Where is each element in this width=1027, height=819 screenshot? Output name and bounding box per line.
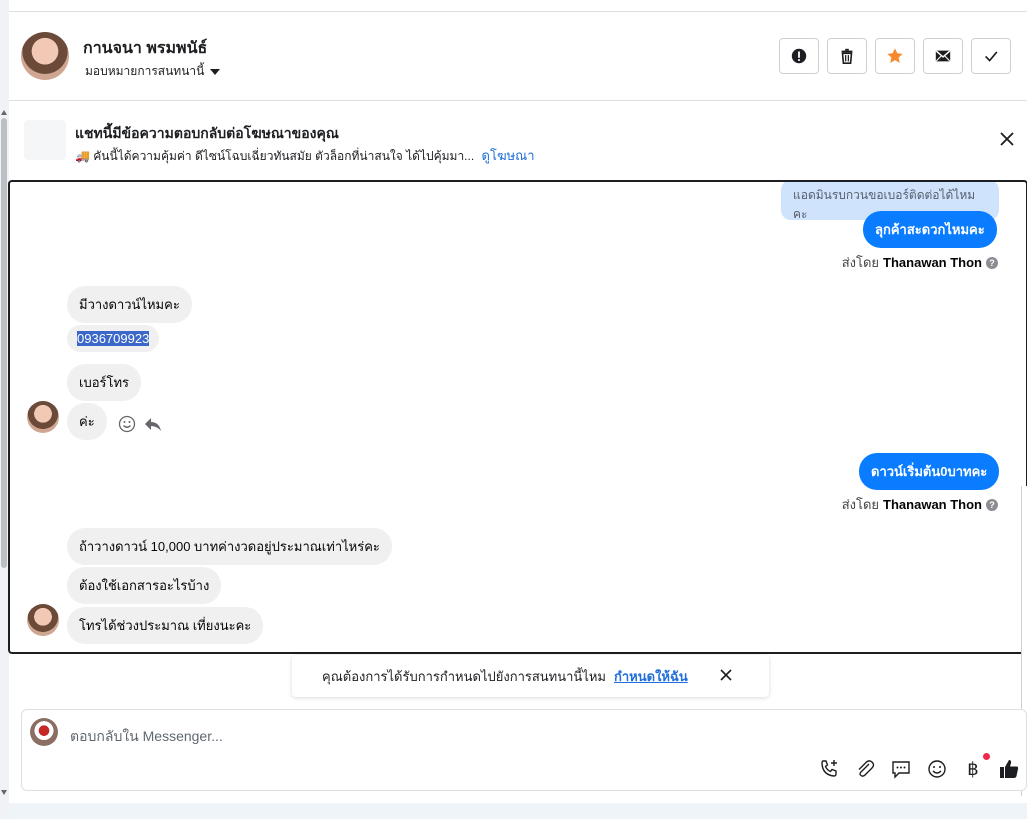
help-icon[interactable]: ? — [986, 256, 998, 269]
star-icon — [887, 48, 903, 63]
assign-prompt-text: คุณต้องการได้รับการกำหนดไปยังการสนทนานี้… — [322, 668, 606, 684]
mark-spam-button[interactable] — [779, 38, 819, 74]
ad-description: 🚚 คันนี้ได้ความคุ้มค่า ดีไซน์โฉบเฉี่ยวทั… — [75, 149, 475, 163]
reply-input[interactable]: ตอบกลับใน Messenger... — [70, 726, 223, 748]
check-icon — [985, 51, 998, 62]
mark-done-button[interactable] — [971, 38, 1011, 74]
message-actions — [117, 414, 163, 434]
incoming-message[interactable]: ถ้าวางดาวน์ 10,000 บาทค่างวดอยู่ประมาณเท… — [67, 528, 392, 565]
sender-avatar — [27, 604, 59, 636]
scroll-down-icon[interactable] — [1, 790, 7, 795]
mail-icon — [935, 50, 951, 62]
incoming-message[interactable]: โทรได้ช่วงประมาณ เที่ยงนะคะ — [67, 607, 264, 644]
outgoing-message[interactable]: ดาวน์เริ่มต้น0บาทคะ — [859, 453, 1000, 490]
ad-reply-banner: แชทนี้มีข้อความตอบกลับต่อโฆษณาของคุณ 🚚 ค… — [9, 101, 1027, 179]
sent-by-label: ส่งโดย — [841, 497, 880, 512]
notification-dot — [983, 752, 990, 760]
emoji-react-icon[interactable] — [117, 414, 137, 434]
trash-icon — [841, 48, 853, 65]
assign-to-me-link[interactable]: กำหนดให้ฉัน — [614, 666, 688, 687]
star-button[interactable] — [875, 38, 915, 74]
like-icon[interactable] — [998, 758, 1020, 780]
selected-phone-number[interactable]: 0936709923 — [77, 331, 150, 346]
view-ad-link[interactable]: ดูโฆษณา — [482, 148, 535, 163]
contact-name[interactable]: กานจนา พรมพนัธ์ — [83, 36, 207, 61]
conversation-header: กานจนา พรมพนัธ์ มอบหมายการสนทนานี้ — [9, 12, 1027, 101]
sent-by-line: ส่งโดย Thanawan Thon ? — [842, 252, 998, 273]
reply-icon[interactable] — [143, 414, 163, 434]
sender-name: Thanawan Thon — [883, 255, 982, 270]
spam-icon — [791, 48, 807, 64]
payment-button[interactable]: ฿ — [962, 752, 990, 780]
caret-down-icon — [210, 68, 221, 75]
incoming-message[interactable]: ต้องใช้เอกสารอะไรบ้าง — [67, 567, 222, 604]
incoming-message[interactable]: 0936709923 — [67, 325, 160, 352]
help-icon[interactable]: ? — [986, 498, 998, 511]
scroll-up-icon[interactable] — [1, 110, 7, 115]
sent-by-label: ส่งโดย — [841, 255, 880, 270]
assign-label: มอบหมายการสนทนานี้ — [85, 64, 205, 78]
composer-tools: ฿ — [818, 752, 1020, 780]
outgoing-message[interactable]: ลุกค้าสะดวกไหมคะ — [863, 211, 997, 248]
ad-banner-desc: 🚚 คันนี้ได้ความคุ้มค่า ดีไซน์โฉบเฉี่ยวทั… — [75, 145, 535, 166]
sent-by-line: ส่งโดย Thanawan Thon ? — [842, 494, 998, 515]
page-avatar — [30, 718, 58, 746]
ad-thumbnail — [24, 120, 66, 160]
bottom-strip — [9, 803, 1027, 819]
mark-unread-button[interactable] — [923, 38, 963, 74]
message-composer[interactable]: ตอบกลับใน Messenger... ฿ — [21, 709, 1027, 791]
attach-icon[interactable] — [854, 758, 876, 780]
baht-icon: ฿ — [967, 758, 979, 779]
message-thread[interactable]: แอดมินรบกวนขอเบอร์ติดต่อได้ไหมคะ ลุกค้าส… — [8, 180, 1027, 654]
header-actions — [779, 38, 1011, 74]
incoming-message[interactable]: เบอร์โทร — [67, 364, 142, 401]
incoming-message[interactable]: ค่ะ — [67, 403, 107, 440]
delete-button[interactable] — [827, 38, 867, 74]
close-icon[interactable] — [999, 131, 1015, 147]
contact-avatar[interactable] — [21, 32, 69, 80]
assign-dropdown[interactable]: มอบหมายการสนทนานี้ — [85, 62, 221, 81]
assign-prompt: คุณต้องการได้รับการกำหนดไปยังการสนทนานี้… — [292, 655, 769, 697]
top-divider — [9, 0, 1027, 12]
scroll-thumb[interactable] — [1, 118, 7, 568]
incoming-message[interactable]: มีวางดาวน์ไหมคะ — [67, 286, 192, 323]
sender-avatar — [27, 401, 59, 433]
saved-reply-icon[interactable] — [890, 758, 912, 780]
ad-banner-title: แชทนี้มีข้อความตอบกลับต่อโฆษณาของคุณ — [75, 125, 339, 141]
sender-name: Thanawan Thon — [883, 497, 982, 512]
close-icon[interactable] — [719, 668, 733, 682]
call-add-icon[interactable] — [818, 758, 840, 780]
emoji-icon[interactable] — [926, 758, 948, 780]
